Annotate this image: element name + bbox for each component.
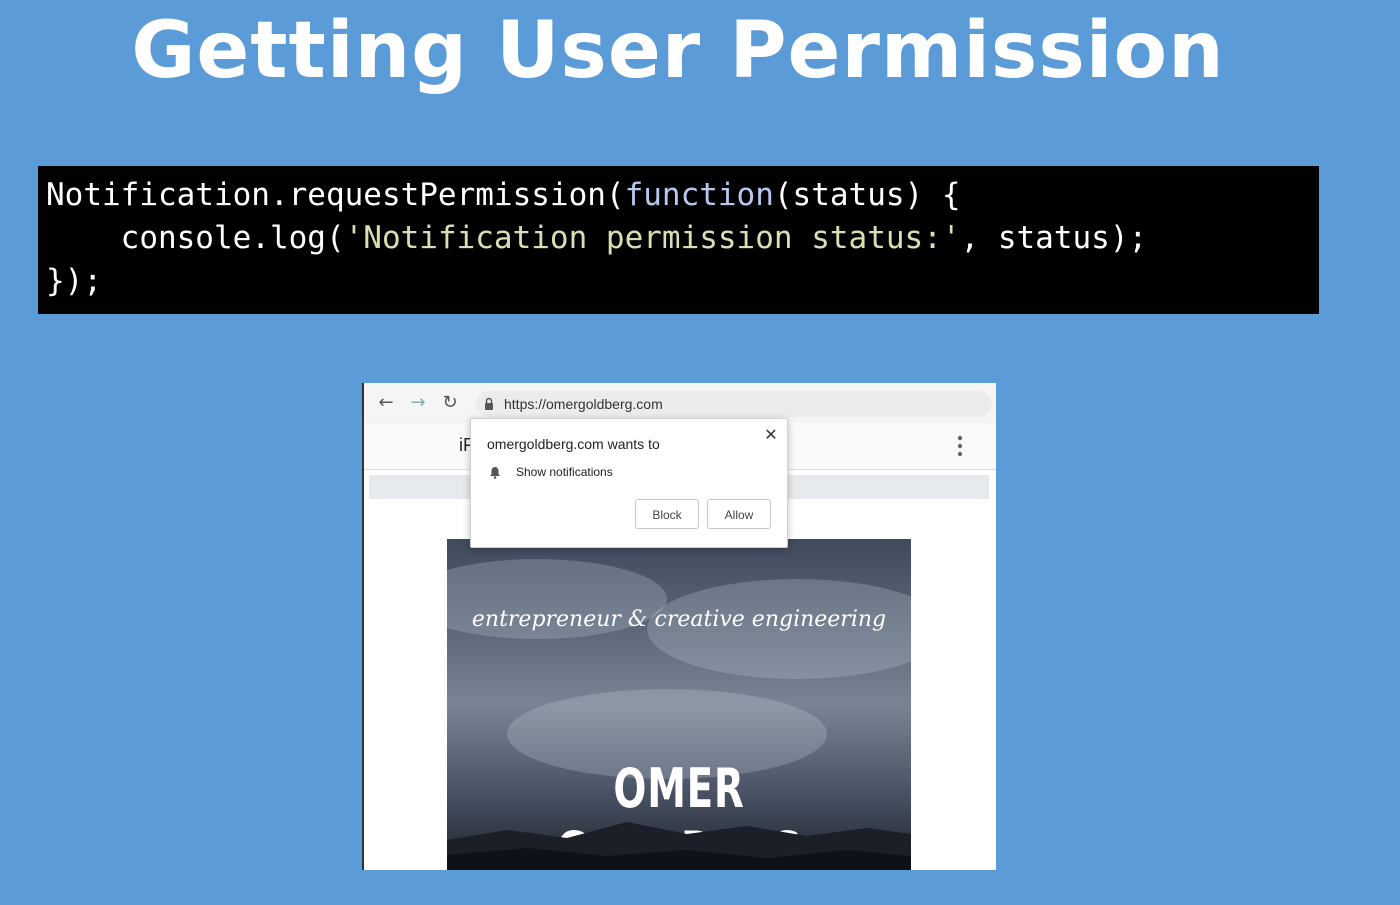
permission-dialog: omergoldberg.com wants to ✕ Show notific… [470, 418, 788, 548]
code-line-2: console.log('Notification permission sta… [46, 217, 1319, 260]
slide-title: Getting User Permission [131, 6, 1225, 96]
lock-icon [485, 397, 493, 410]
arrow-right-icon[interactable]: → [406, 391, 430, 415]
code-line-1: Notification.requestPermission(function(… [46, 174, 1319, 217]
code-text: console.log( [46, 220, 345, 256]
arrow-left-icon[interactable]: ← [374, 391, 398, 415]
close-icon[interactable]: ✕ [761, 425, 781, 445]
code-line-3: }); [46, 263, 102, 299]
dialog-title: omergoldberg.com wants to [487, 436, 660, 452]
kebab-menu-icon[interactable] [956, 434, 964, 458]
code-keyword: function [624, 177, 774, 213]
address-bar[interactable]: https://omergoldberg.com [476, 391, 992, 417]
permission-label: Show notifications [516, 465, 613, 479]
block-button[interactable]: Block [635, 499, 699, 529]
code-string: 'Notification permission status:' [344, 220, 961, 256]
hills-silhouette [447, 822, 911, 870]
code-text: , status); [960, 220, 1148, 256]
allow-button[interactable]: Allow [707, 499, 771, 529]
bell-icon [490, 467, 500, 479]
hero-tagline: entrepreneur & creative engineering [471, 607, 887, 632]
reload-icon[interactable]: ↻ [438, 391, 462, 415]
code-text: (status) { [773, 177, 961, 213]
code-text: Notification.requestPermission( [46, 177, 625, 213]
hero-image: entrepreneur & creative engineering OMER… [447, 539, 911, 870]
browser-toolbar: ← → ↻ https://omergoldberg.com [364, 383, 996, 423]
url-text: https://omergoldberg.com [504, 396, 663, 412]
code-block: Notification.requestPermission(function(… [38, 166, 1319, 314]
